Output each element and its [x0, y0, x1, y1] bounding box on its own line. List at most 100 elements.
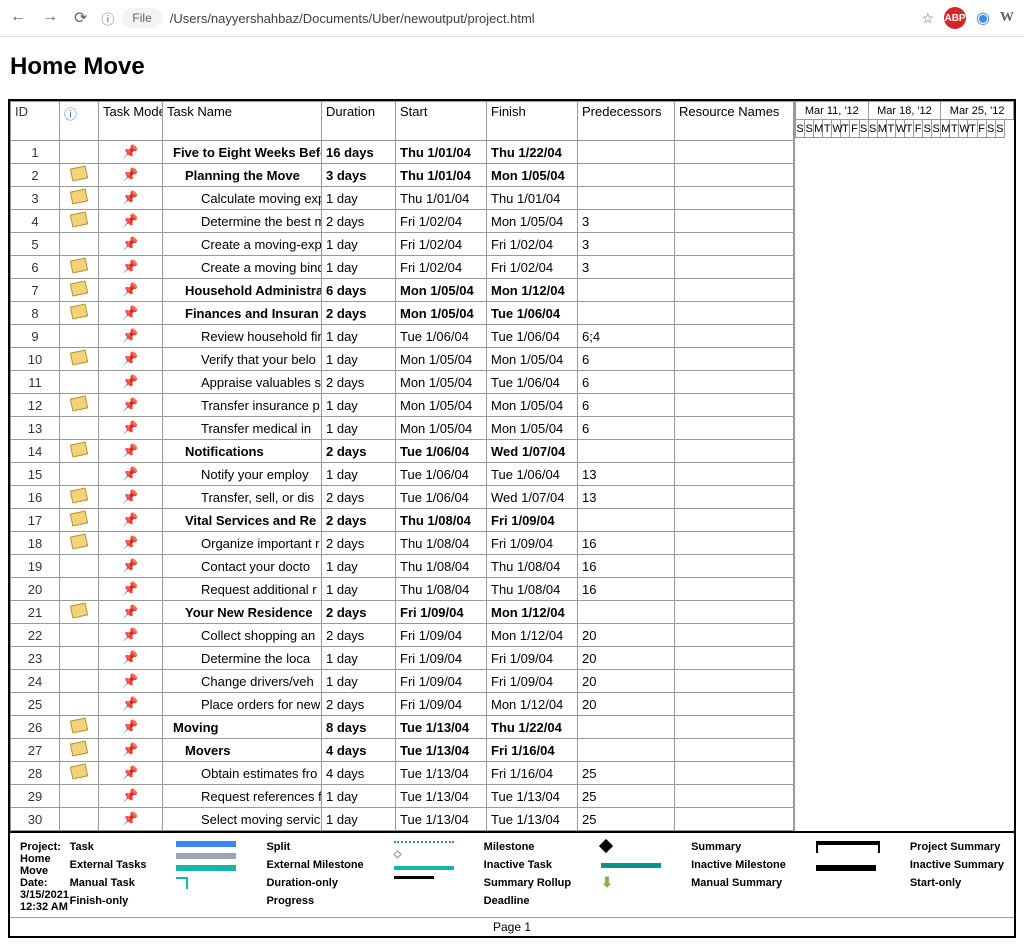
task-name-cell: Create a moving bind — [163, 256, 322, 279]
task-row[interactable]: 30📌Select moving servic1 dayTue 1/13/04T… — [11, 808, 794, 831]
manual-schedule-icon: 📌 — [122, 328, 138, 344]
task-row[interactable]: 27📌Movers4 daysTue 1/13/04Fri 1/16/04 — [11, 739, 794, 762]
task-row[interactable]: 3📌Calculate moving exp1 dayThu 1/01/04Th… — [11, 187, 794, 210]
manual-schedule-icon: 📌 — [122, 374, 138, 390]
task-row[interactable]: 23📌Determine the loca1 dayFri 1/09/04Fri… — [11, 647, 794, 670]
task-duration-cell: 16 days — [322, 141, 396, 164]
task-name-cell: Planning the Move — [163, 164, 322, 187]
task-finish-cell: Fri 1/09/04 — [487, 647, 578, 670]
timeline-day-cell: W — [895, 120, 904, 138]
task-mode-cell: 📌 — [99, 210, 163, 233]
site-info-icon[interactable]: ⓘ — [101, 9, 114, 28]
task-name-cell: Calculate moving exp — [163, 187, 322, 210]
task-duration-cell: 2 days — [322, 210, 396, 233]
task-row[interactable]: 2📌Planning the Move3 daysThu 1/01/04Mon … — [11, 164, 794, 187]
task-row[interactable]: 29📌Request references f1 dayTue 1/13/04T… — [11, 785, 794, 808]
task-row[interactable]: 21📌Your New Residence2 daysFri 1/09/04Mo… — [11, 601, 794, 624]
task-row[interactable]: 5📌Create a moving-expe1 dayFri 1/02/04Fr… — [11, 233, 794, 256]
task-duration-cell: 1 day — [322, 417, 396, 440]
task-name-cell: Appraise valuables s — [163, 371, 322, 394]
task-row[interactable]: 17📌Vital Services and Re2 daysThu 1/08/0… — [11, 509, 794, 532]
task-row[interactable]: 1📌Five to Eight Weeks Befo16 daysThu 1/0… — [11, 141, 794, 164]
task-row[interactable]: 24📌Change drivers/veh1 dayFri 1/09/04Fri… — [11, 670, 794, 693]
task-info-cell — [60, 233, 99, 256]
task-start-cell: Thu 1/08/04 — [396, 555, 487, 578]
task-duration-cell: 1 day — [322, 647, 396, 670]
col-finish-header[interactable]: Finish — [487, 102, 578, 141]
timeline-day-cell: S — [932, 120, 941, 138]
task-row[interactable]: 15📌Notify your employ1 dayTue 1/06/04Tue… — [11, 463, 794, 486]
manual-task-swatch-icon — [176, 865, 236, 871]
extension-w-icon[interactable]: W — [1000, 10, 1014, 26]
task-row[interactable]: 26📌Moving8 daysTue 1/13/04Thu 1/22/04 — [11, 716, 794, 739]
task-row[interactable]: 10📌Verify that your belo1 dayMon 1/05/04… — [11, 348, 794, 371]
task-duration-cell: 1 day — [322, 578, 396, 601]
timeline-day-cell: W — [832, 120, 841, 138]
task-mode-cell: 📌 — [99, 693, 163, 716]
task-predecessors-cell — [578, 164, 675, 187]
task-predecessors-cell — [578, 279, 675, 302]
manual-schedule-icon: 📌 — [122, 581, 138, 597]
task-row[interactable]: 20📌Request additional r1 dayThu 1/08/04T… — [11, 578, 794, 601]
reload-icon[interactable]: ⟳ — [74, 8, 87, 28]
duration-only-swatch-icon — [394, 866, 454, 870]
task-row[interactable]: 11📌Appraise valuables s2 daysMon 1/05/04… — [11, 371, 794, 394]
task-id-cell: 25 — [11, 693, 60, 716]
task-start-cell: Tue 1/06/04 — [396, 325, 487, 348]
col-name-header[interactable]: Task Name — [163, 102, 322, 141]
task-resources-cell — [675, 739, 794, 762]
task-duration-cell: 3 days — [322, 164, 396, 187]
task-id-cell: 23 — [11, 647, 60, 670]
task-row[interactable]: 28📌Obtain estimates fro4 daysTue 1/13/04… — [11, 762, 794, 785]
col-mode-header[interactable]: Task Mode — [99, 102, 163, 141]
task-info-cell — [60, 302, 99, 325]
extension-blue-icon[interactable]: ◉ — [976, 8, 990, 28]
task-row[interactable]: 12📌Transfer insurance p1 dayMon 1/05/04M… — [11, 394, 794, 417]
task-info-cell — [60, 164, 99, 187]
task-start-cell: Tue 1/13/04 — [396, 785, 487, 808]
manual-schedule-icon: 📌 — [122, 443, 138, 459]
task-name-cell: Select moving servic — [163, 808, 322, 831]
task-row[interactable]: 13📌Transfer medical in1 dayMon 1/05/04Mo… — [11, 417, 794, 440]
col-duration-header[interactable]: Duration — [322, 102, 396, 141]
task-row[interactable]: 7📌Household Administratio6 daysMon 1/05/… — [11, 279, 794, 302]
task-row[interactable]: 22📌Collect shopping an2 daysFri 1/09/04M… — [11, 624, 794, 647]
col-resources-header[interactable]: Resource Names — [675, 102, 794, 141]
task-row[interactable]: 4📌Determine the best m2 daysFri 1/02/04M… — [11, 210, 794, 233]
task-id-cell: 21 — [11, 601, 60, 624]
task-row[interactable]: 14📌Notifications2 daysTue 1/06/04Wed 1/0… — [11, 440, 794, 463]
task-resources-cell — [675, 279, 794, 302]
col-predecessors-header[interactable]: Predecessors — [578, 102, 675, 141]
task-row[interactable]: 18📌Organize important r2 daysThu 1/08/04… — [11, 532, 794, 555]
task-row[interactable]: 8📌Finances and Insuran2 daysMon 1/05/04T… — [11, 302, 794, 325]
task-mode-cell: 📌 — [99, 302, 163, 325]
manual-schedule-icon: 📌 — [122, 397, 138, 413]
task-row[interactable]: 25📌Place orders for new2 daysFri 1/09/04… — [11, 693, 794, 716]
task-resources-cell — [675, 486, 794, 509]
task-mode-cell: 📌 — [99, 486, 163, 509]
task-row[interactable]: 6📌Create a moving bind1 dayFri 1/02/04Fr… — [11, 256, 794, 279]
col-info-header[interactable]: ⓘ — [60, 102, 99, 141]
back-icon[interactable]: ← — [10, 8, 26, 28]
manual-schedule-icon: 📌 — [122, 742, 138, 758]
task-info-cell — [60, 187, 99, 210]
task-finish-cell: Fri 1/16/04 — [487, 739, 578, 762]
manual-schedule-icon: 📌 — [122, 696, 138, 712]
task-row[interactable]: 19📌Contact your docto1 dayThu 1/08/04Thu… — [11, 555, 794, 578]
timeline-day-cell: F — [977, 120, 986, 138]
task-mode-cell: 📌 — [99, 394, 163, 417]
col-id-header[interactable]: ID — [11, 102, 60, 141]
task-info-cell — [60, 670, 99, 693]
note-icon — [70, 303, 88, 319]
task-row[interactable]: 16📌Transfer, sell, or dis2 daysTue 1/06/… — [11, 486, 794, 509]
col-start-header[interactable]: Start — [396, 102, 487, 141]
timeline-day-cell: T — [841, 120, 850, 138]
task-predecessors-cell: 20 — [578, 624, 675, 647]
forward-icon[interactable]: → — [42, 8, 58, 28]
task-duration-cell: 4 days — [322, 762, 396, 785]
bookmark-star-icon[interactable]: ☆ — [921, 10, 934, 27]
task-row[interactable]: 9📌Review household fin1 dayTue 1/06/04Tu… — [11, 325, 794, 348]
task-resources-cell — [675, 394, 794, 417]
task-resources-cell — [675, 417, 794, 440]
adblock-icon[interactable]: ABP — [944, 7, 966, 29]
